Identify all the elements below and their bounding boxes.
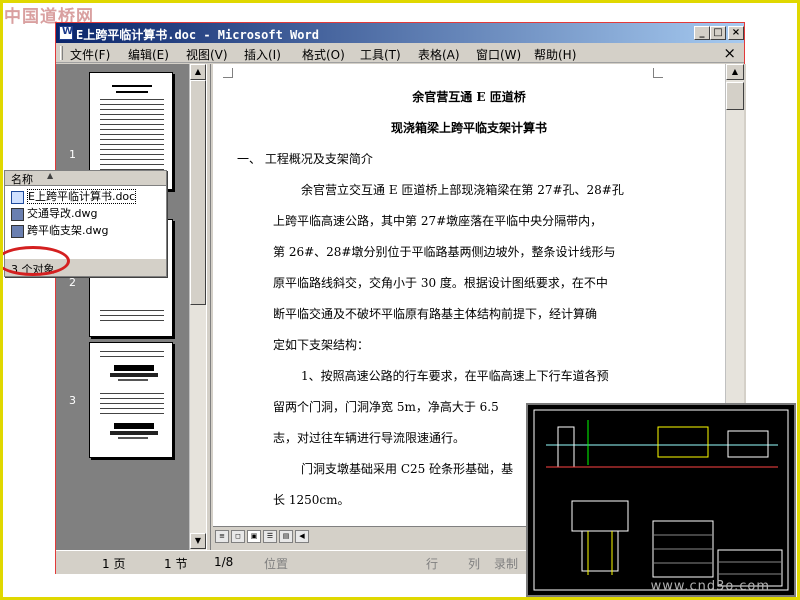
thumbnail-figures xyxy=(100,351,164,439)
file-item-2[interactable]: 交通导改.dwg xyxy=(11,205,97,222)
outline-view-icon[interactable]: ☰ xyxy=(263,530,277,543)
menu-format[interactable]: 格式(O) xyxy=(302,46,345,63)
doc-line-3: 上跨平临高速公路，其中第 27#墩座落在平临中央分隔带内， xyxy=(273,214,603,228)
doc-line-4: 第 26#、28#墩分别位于平临路基两侧边坡外，整条设计线形与 xyxy=(273,245,616,259)
web-view-icon[interactable]: ◻ xyxy=(231,530,245,543)
column-name-header[interactable]: 名称 xyxy=(11,171,33,187)
thumbnail-pane: 1 2 3 ▲ ▼ xyxy=(56,64,206,550)
doc-title-1: 余官营互通 E 匝道桥 xyxy=(412,90,526,104)
status-line: 行 xyxy=(426,557,439,571)
menu-insert[interactable]: 插入(I) xyxy=(244,46,281,63)
cad-drawing-graphic xyxy=(533,409,789,591)
menu-grip[interactable] xyxy=(60,46,63,60)
doc-line-6: 断平临交通及不破坏平临原有路基主体结构前提下，经计算确 xyxy=(273,307,598,321)
menu-table[interactable]: 表格(A) xyxy=(418,46,460,63)
doc-title-2: 现浇箱梁上跨平临支架计算书 xyxy=(390,121,547,135)
print-view-icon[interactable]: ▣ xyxy=(247,530,261,543)
sort-ascending-icon: ▲ xyxy=(47,171,54,180)
file-item-1[interactable]: E上跨平临计算书.doc xyxy=(11,188,137,205)
menu-window[interactable]: 窗口(W) xyxy=(476,46,521,63)
cad-drawing-icon xyxy=(11,224,24,238)
cad-drawing-icon xyxy=(11,207,24,221)
file-item-3[interactable]: 跨平临支架.dwg xyxy=(11,222,108,239)
doc-line-5: 原平临路线斜交，交角小于 30 度。根据设计图纸要求，在不中 xyxy=(273,276,608,290)
scrollbar-thumb[interactable] xyxy=(726,82,744,110)
doc-line-1: 一、 工程概况及支架简介 xyxy=(237,152,373,166)
file-name: 交通导改.dwg xyxy=(27,207,98,220)
menu-help[interactable]: 帮助(H) xyxy=(534,46,576,63)
doc-line-7: 定如下支架结构： xyxy=(273,338,370,352)
menu-edit[interactable]: 编辑(E) xyxy=(128,46,169,63)
file-list-header[interactable]: 名称 ▲ xyxy=(5,171,166,186)
status-position: 位置 xyxy=(264,557,289,571)
word-document-icon[interactable] xyxy=(59,26,73,40)
document-close-button[interactable]: × xyxy=(723,44,736,62)
page-number-2: 2 xyxy=(69,276,76,289)
scroll-down-arrow-icon[interactable]: ▼ xyxy=(190,533,206,549)
scroll-up-arrow-icon[interactable]: ▲ xyxy=(190,64,206,80)
scrollbar-thumb[interactable] xyxy=(190,80,206,305)
page-number-1: 1 xyxy=(69,148,76,161)
scroll-up-arrow-icon[interactable]: ▲ xyxy=(726,64,744,80)
menu-tools[interactable]: 工具(T) xyxy=(360,46,401,63)
thumbnail-scrollbar[interactable]: ▲ ▼ xyxy=(189,64,206,550)
status-record[interactable]: 录制 xyxy=(494,555,518,572)
page-thumbnail-3[interactable] xyxy=(89,342,173,458)
page-number-3: 3 xyxy=(69,394,76,407)
doc-line-2: 余官营立交互通 E 匝道桥上部现浇箱梁在第 27#孔、28#孔 xyxy=(301,183,624,197)
scroll-left-arrow-icon[interactable]: ◀ xyxy=(295,530,309,543)
watermark-url: www.cnd3o.com xyxy=(650,579,770,594)
normal-view-icon[interactable]: ≡ xyxy=(215,530,229,543)
file-name: 跨平临支架.dwg xyxy=(27,224,109,237)
status-column: 列 xyxy=(468,557,481,571)
menu-file[interactable]: 文件(F) xyxy=(70,46,110,63)
cad-drawing-preview xyxy=(526,403,796,597)
menu-bar: 文件(F) 编辑(E) 视图(V) 插入(I) 格式(O) 工具(T) 表格(A… xyxy=(56,43,744,63)
status-page-of: 1/8 xyxy=(214,555,234,569)
minimize-button[interactable]: _ xyxy=(694,26,710,40)
status-page: 1 页 xyxy=(102,557,126,571)
margin-corner-tr xyxy=(653,68,663,78)
title-bar: E上跨平临计算书.doc - Microsoft Word _ □ × xyxy=(56,23,744,43)
close-button[interactable]: × xyxy=(728,26,744,40)
window-title: E上跨平临计算书.doc - Microsoft Word xyxy=(76,28,319,42)
status-section: 1 节 xyxy=(164,557,188,571)
reading-view-icon[interactable]: ▤ xyxy=(279,530,293,543)
margin-corner-tl xyxy=(223,68,233,78)
file-name: E上跨平临计算书.doc xyxy=(27,189,137,204)
word-document-icon xyxy=(11,190,24,204)
doc-line-8: 1、按照高速公路的行车要求，在平临高速上下行车道各预 xyxy=(301,369,609,383)
maximize-button[interactable]: □ xyxy=(710,26,726,40)
menu-view[interactable]: 视图(V) xyxy=(186,46,228,63)
